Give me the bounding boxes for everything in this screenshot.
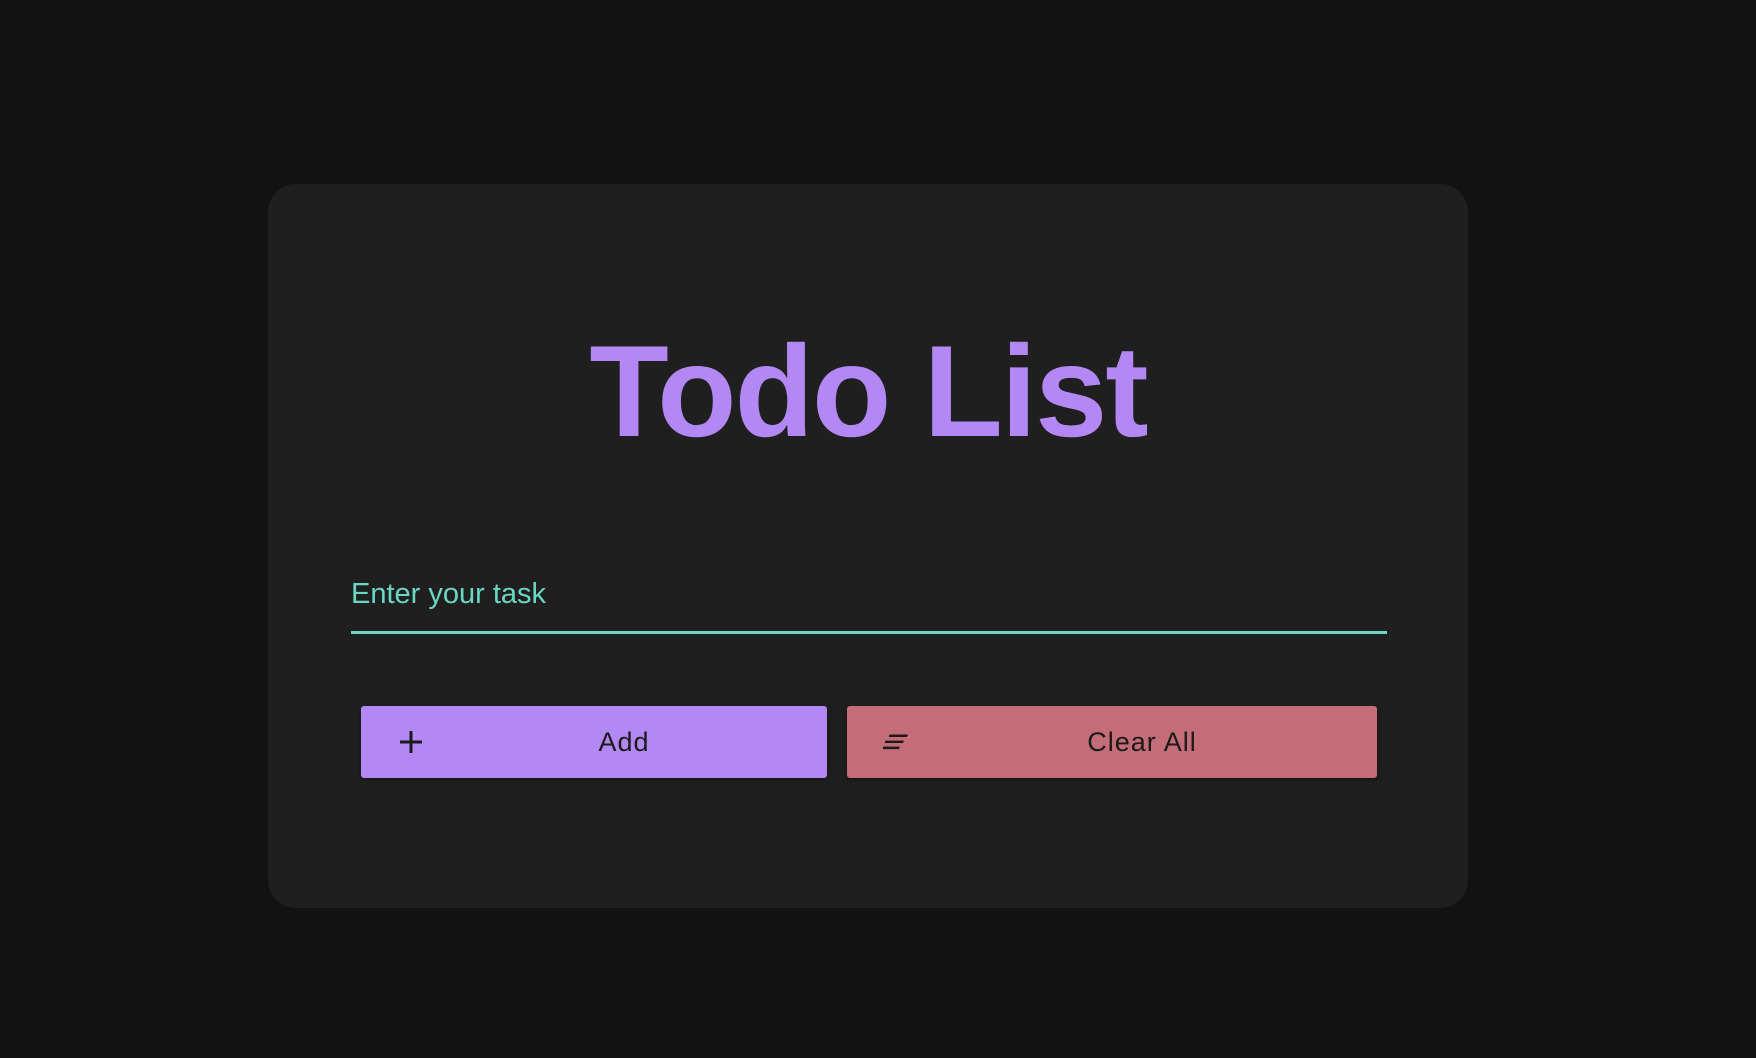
todo-card: Todo List Add Clear All [268,184,1468,908]
page-title: Todo List [589,318,1148,464]
task-input[interactable] [351,568,1387,631]
clear-all-button-label: Clear All [1087,726,1197,757]
task-field [351,568,1387,634]
add-button-label: Add [598,726,650,757]
clear-all-icon [883,728,911,756]
add-button[interactable]: Add [361,706,827,778]
plus-icon [397,728,425,756]
clear-all-button[interactable]: Clear All [847,706,1377,778]
